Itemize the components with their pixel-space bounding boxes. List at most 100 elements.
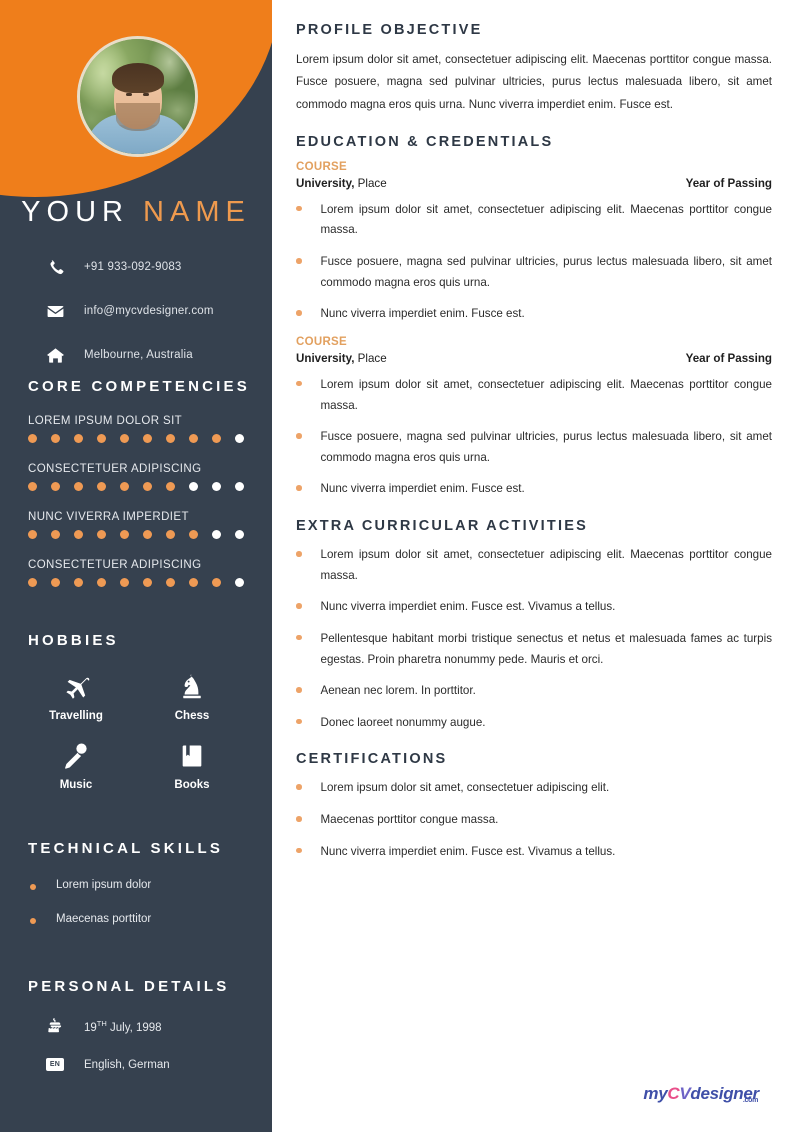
resume-page: YOUR NAME +91 933-092-9083 info@mycvdesi…	[0, 0, 800, 1132]
bullet-icon	[296, 603, 302, 609]
technical-skills-section: TECHNICAL SKILLS Lorem ipsum dolor Maece…	[0, 840, 272, 925]
competency-item: LOREM IPSUM DOLOR SIT	[0, 415, 272, 443]
competency-label: NUNC VIVERRA IMPERDIET	[28, 511, 189, 523]
competency-label: CONSECTETUER ADIPISCING	[28, 559, 202, 571]
photo-eye-right	[143, 93, 149, 96]
bullet-icon	[296, 718, 302, 725]
hobby-label: Books	[174, 779, 210, 791]
list-item: Donec laoreet nonummy augue.	[296, 713, 772, 734]
education-meta: University, Place Year of Passing	[296, 177, 772, 190]
bullet-text: Nunc viverra imperdiet enim. Fusce est. …	[320, 844, 616, 858]
photo-eye-left	[126, 93, 132, 96]
education-year: Year of Passing	[685, 351, 772, 365]
birthday-value: 19TH July, 1998	[84, 1019, 162, 1034]
personal-details-section: PERSONAL DETAILS 19TH July, 1998 EN Engl…	[0, 978, 272, 1071]
contact-phone[interactable]: +91 933-092-9083	[0, 250, 272, 284]
bullet-text: Fusce posuere, magna sed pulvinar ultric…	[320, 255, 773, 289]
education-bullets: Lorem ipsum dolor sit amet, consectetuer…	[296, 375, 772, 500]
sidebar: YOUR NAME +91 933-092-9083 info@mycvdesi…	[0, 0, 272, 1132]
logo-my: my	[643, 1084, 668, 1103]
contact-list: +91 933-092-9083 info@mycvdesigner.com M…	[0, 250, 272, 382]
personal-details-heading: PERSONAL DETAILS	[28, 978, 230, 995]
contact-email[interactable]: info@mycvdesigner.com	[0, 294, 272, 328]
book-icon	[178, 740, 206, 772]
personal-detail-languages: EN English, German	[0, 1058, 272, 1071]
education-entry: COURSE University, Place Year of Passing…	[296, 161, 772, 325]
list-item: Fusce posuere, magna sed pulvinar ultric…	[296, 252, 772, 293]
main-content: PROFILE OBJECTIVE Lorem ipsum dolor sit …	[272, 0, 800, 1132]
technical-skill-label: Lorem ipsum dolor	[56, 879, 152, 891]
contact-phone-value: +91 933-092-9083	[84, 261, 182, 273]
bullet-icon	[30, 918, 36, 924]
bullet-text: Lorem ipsum dolor sit amet, consectetuer…	[320, 548, 773, 582]
competency-label: CONSECTETUER ADIPISCING	[28, 463, 202, 475]
bullet-icon	[296, 816, 302, 822]
education-university: University, Place	[296, 351, 387, 365]
list-item: Fusce posuere, magna sed pulvinar ultric…	[296, 427, 772, 468]
bullet-text: Lorem ipsum dolor sit amet, consectetuer…	[320, 377, 773, 412]
bullet-text: Nunc viverra imperdiet enim. Fusce est.	[320, 482, 525, 496]
bullet-text: Nunc viverra imperdiet enim. Fusce est.	[320, 307, 525, 321]
bullet-text: Lorem ipsum dolor sit amet, consectetuer…	[320, 781, 610, 795]
list-item: Nunc viverra imperdiet enim. Fusce est. …	[296, 842, 772, 863]
list-item: Lorem ipsum dolor sit amet, consectetuer…	[296, 778, 772, 799]
competency-item: CONSECTETUER ADIPISCING	[0, 463, 272, 491]
logo-c: C	[667, 1084, 680, 1103]
extra-curricular-heading: EXTRA CURRICULAR ACTIVITIES	[296, 518, 588, 534]
bullet-text: Fusce posuere, magna sed pulvinar ultric…	[320, 430, 773, 464]
profile-objective-text: Lorem ipsum dolor sit amet, consectetuer…	[296, 53, 772, 111]
education-bullets: Lorem ipsum dolor sit amet, consectetuer…	[296, 200, 772, 325]
list-item: Maecenas porttitor congue massa.	[296, 810, 772, 831]
education-university: University, Place	[296, 176, 387, 190]
competency-rating	[28, 578, 272, 587]
list-item: Maecenas porttitor	[0, 913, 272, 925]
microphone-icon	[61, 740, 91, 772]
language-badge-text: EN	[45, 1058, 65, 1071]
bullet-text: Pellentesque habitant morbi tristique se…	[320, 631, 773, 666]
technical-skill-label: Maecenas porttitor	[56, 913, 152, 925]
extra-curricular-bullets: Lorem ipsum dolor sit amet, consectetuer…	[296, 545, 772, 733]
bullet-icon	[296, 380, 302, 387]
list-item: Nunc viverra imperdiet enim. Fusce est.	[296, 479, 772, 500]
logo-v: V	[679, 1084, 691, 1103]
bullet-icon	[296, 634, 302, 641]
competency-item: CONSECTETUER ADIPISCING	[0, 559, 272, 587]
home-icon	[40, 346, 70, 365]
bullet-icon	[296, 687, 302, 693]
hobby-label: Chess	[174, 710, 210, 722]
languages-value: English, German	[84, 1058, 170, 1071]
bullet-icon	[296, 784, 302, 790]
hobby-books: Books	[134, 740, 250, 791]
education-heading: EDUCATION & CREDENTIALS	[296, 133, 554, 150]
hobbies-section: HOBBIES Travelling Chess Music Books	[0, 632, 272, 791]
list-item: Lorem ipsum dolor sit amet, consectetuer…	[296, 200, 772, 241]
list-item: Lorem ipsum dolor sit amet, consectetuer…	[296, 545, 772, 586]
bullet-icon	[296, 433, 302, 439]
bullet-text: Lorem ipsum dolor sit amet, consectetuer…	[320, 202, 773, 237]
mycvdesigner-logo[interactable]: myCVdesigner.com	[643, 1084, 774, 1104]
education-course: COURSE	[296, 335, 348, 348]
name-first: YOUR	[21, 196, 129, 228]
hobbies-grid: Travelling Chess Music Books	[0, 671, 272, 791]
photo-hair	[111, 63, 164, 93]
hobby-label: Travelling	[49, 710, 103, 722]
education-year: Year of Passing	[685, 176, 772, 190]
competency-rating	[28, 530, 272, 539]
cake-icon	[40, 1017, 70, 1036]
certifications-heading: CERTIFICATIONS	[296, 751, 448, 768]
airplane-icon	[58, 671, 94, 703]
hobby-chess: Chess	[134, 671, 250, 722]
bullet-text: Aenean nec lorem. In porttitor.	[320, 684, 476, 698]
profile-objective-heading: PROFILE OBJECTIVE	[296, 22, 483, 38]
list-item: Lorem ipsum dolor sit amet, consectetuer…	[296, 375, 772, 416]
bullet-text: Nunc viverra imperdiet enim. Fusce est. …	[320, 600, 616, 614]
list-item: Lorem ipsum dolor	[0, 879, 272, 891]
contact-email-value: info@mycvdesigner.com	[84, 305, 214, 317]
chess-knight-icon	[177, 671, 207, 703]
logo-com: .com	[742, 1097, 758, 1104]
bullet-icon	[296, 310, 302, 316]
contact-location[interactable]: Melbourne, Australia	[0, 338, 272, 372]
bullet-icon	[296, 258, 302, 264]
personal-detail-birthday: 19TH July, 1998	[0, 1017, 272, 1036]
education-meta: University, Place Year of Passing	[296, 352, 772, 365]
